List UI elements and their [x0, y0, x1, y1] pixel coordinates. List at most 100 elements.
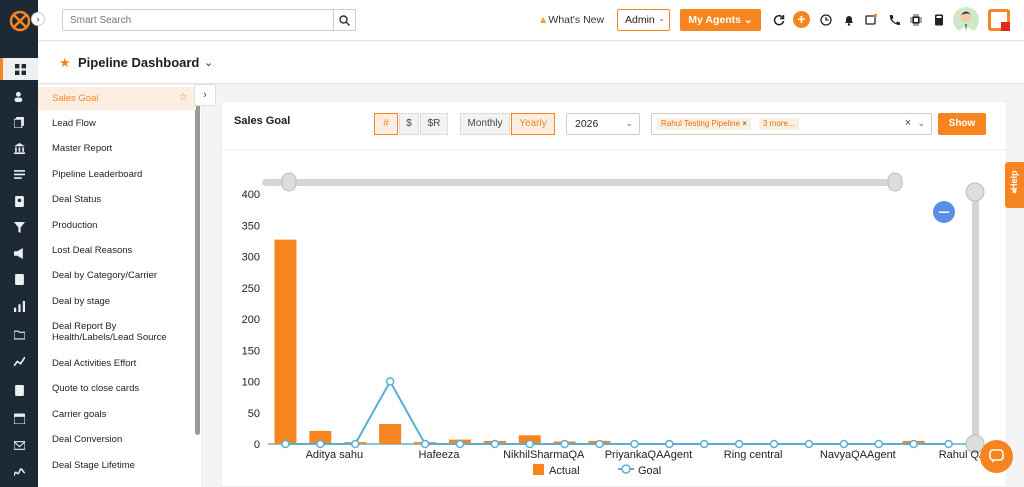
goal-point[interactable]: [804, 439, 814, 449]
goal-point[interactable]: [595, 439, 604, 449]
chat-button[interactable]: [980, 440, 1013, 473]
period-monthly-toggle[interactable]: Monthly: [460, 113, 510, 135]
sidebar-item-deal-status[interactable]: Deal Status: [38, 194, 196, 205]
contact-card-icon[interactable]: [0, 190, 38, 212]
goal-point[interactable]: [909, 439, 918, 449]
metric-amount-toggle[interactable]: $: [399, 113, 419, 135]
goal-point[interactable]: [316, 439, 325, 449]
sidebar-item-master-report[interactable]: Master Report: [38, 143, 196, 154]
sidebar-item-pipeline-leaderboard[interactable]: Pipeline Leaderboard: [38, 169, 196, 180]
sidebar-item-production[interactable]: Production: [38, 220, 196, 231]
chip-icon[interactable]: [909, 13, 922, 26]
signature-icon[interactable]: [0, 461, 38, 483]
phone-icon[interactable]: [887, 13, 900, 26]
legend-goal-label[interactable]: Goal: [638, 465, 661, 477]
documents-icon[interactable]: [0, 111, 38, 133]
bar-chart-icon[interactable]: [0, 295, 38, 317]
goal-point[interactable]: [630, 439, 639, 449]
bank-icon[interactable]: [0, 137, 38, 159]
legend-goal-marker[interactable]: [621, 464, 631, 474]
goal-point[interactable]: [420, 439, 430, 449]
collapse-sidebar-icon[interactable]: ›: [194, 84, 216, 106]
refresh-icon[interactable]: [772, 13, 785, 26]
actual-bar[interactable]: [274, 239, 297, 444]
sidebar-item-lost-deal-reasons[interactable]: Lost Deal Reasons: [38, 245, 196, 256]
contacts-icon[interactable]: [0, 85, 38, 107]
sidebar-item-deal-by-stage[interactable]: Deal by stage: [38, 296, 196, 307]
inbox-icon[interactable]: [864, 13, 877, 26]
favorite-star-icon[interactable]: ★: [59, 55, 71, 71]
folder-icon[interactable]: [0, 323, 38, 345]
sidebar-item-lead-flow[interactable]: Lead Flow: [38, 118, 196, 129]
goal-point[interactable]: [944, 439, 953, 449]
calendar-icon[interactable]: [0, 407, 38, 429]
goal-point[interactable]: [665, 439, 674, 449]
my-agents-button[interactable]: My Agents ⌄: [680, 9, 761, 31]
zoom-slider-handle-right[interactable]: [887, 172, 903, 192]
sidebar-item-quote-to-close[interactable]: Quote to close cards: [38, 383, 196, 394]
goal-point[interactable]: [700, 439, 709, 449]
growth-chart-icon[interactable]: [0, 350, 38, 372]
sidebar-item-deal-stage-lifetime[interactable]: Deal Stage Lifetime: [38, 460, 196, 471]
whats-new-link[interactable]: ▲What's New: [538, 14, 604, 26]
search-icon[interactable]: [333, 10, 355, 30]
legend-actual-label[interactable]: Actual: [549, 465, 580, 477]
clear-icon[interactable]: ×: [905, 117, 911, 129]
help-label: Help: [1009, 170, 1019, 190]
remove-chip-icon[interactable]: ×: [742, 119, 747, 128]
page-title[interactable]: Pipeline Dashboard: [78, 55, 199, 70]
goal-point[interactable]: [839, 439, 849, 449]
expand-rail-icon[interactable]: ›: [31, 12, 45, 26]
goal-point[interactable]: [769, 439, 779, 449]
page-header: ★ Pipeline Dashboard ⌄: [38, 42, 1024, 84]
goal-point[interactable]: [734, 439, 744, 449]
metric-revenue-toggle[interactable]: $R: [420, 113, 448, 135]
sidebar-item-deal-activities[interactable]: Deal Activities Effort: [38, 358, 196, 369]
more-chip[interactable]: 3 more...: [759, 118, 799, 130]
goal-point[interactable]: [281, 439, 290, 449]
goal-point[interactable]: [351, 439, 360, 449]
calculator-icon[interactable]: [932, 13, 945, 26]
report-sidebar: Sales Goal ☆ Lead Flow Master Report Pipe…: [38, 85, 202, 487]
goal-point[interactable]: [525, 439, 534, 449]
chevron-down-icon[interactable]: ⌄: [204, 56, 213, 69]
search-input[interactable]: [63, 10, 333, 30]
sidebar-item-sales-goal[interactable]: Sales Goal ☆: [38, 87, 196, 110]
user-avatar[interactable]: [953, 7, 979, 33]
legend-actual-swatch[interactable]: [533, 464, 544, 475]
metric-count-toggle[interactable]: #: [374, 113, 398, 135]
show-button[interactable]: Show: [938, 113, 986, 135]
dashboard-icon[interactable]: [0, 58, 38, 80]
megaphone-icon[interactable]: [0, 242, 38, 264]
favorite-star-icon[interactable]: ☆: [179, 92, 188, 103]
goal-point[interactable]: [455, 439, 465, 449]
list-icon[interactable]: [0, 163, 38, 185]
role-select[interactable]: Admin ⌄: [617, 9, 670, 31]
report-icon[interactable]: [0, 268, 38, 290]
app-switcher-icon[interactable]: [988, 9, 1010, 31]
clock-icon[interactable]: [819, 13, 832, 26]
year-select[interactable]: 2026 ⌄: [566, 113, 640, 135]
period-yearly-toggle[interactable]: Yearly: [511, 113, 555, 135]
quick-add-button[interactable]: +: [793, 11, 810, 28]
goal-point[interactable]: [560, 439, 569, 449]
vertical-slider-track[interactable]: [972, 187, 979, 447]
vertical-slider-handle-top[interactable]: [965, 182, 985, 202]
pipeline-multiselect[interactable]: Rahul Testing Pipeline × 3 more... × ⌄: [651, 113, 932, 135]
actual-bar[interactable]: [379, 424, 402, 444]
goal-point[interactable]: [874, 439, 883, 449]
brand-logo-icon[interactable]: [9, 10, 31, 32]
sidebar-item-carrier-goals[interactable]: Carrier goals: [38, 409, 196, 420]
sidebar-item-deal-by-category[interactable]: Deal by Category/Carrier: [38, 270, 196, 281]
mail-icon[interactable]: [0, 434, 38, 456]
notes-icon[interactable]: [0, 379, 38, 401]
zoom-slider-handle-left[interactable]: [281, 172, 297, 192]
bell-icon[interactable]: [842, 13, 855, 26]
filter-icon[interactable]: [0, 216, 38, 238]
sidebar-item-deal-report[interactable]: Deal Report By Health/Labels/Lead Source: [38, 321, 178, 343]
goal-point[interactable]: [385, 377, 395, 386]
zoom-slider-track[interactable]: [262, 179, 902, 186]
help-tab[interactable]: ● Help: [1005, 162, 1024, 208]
sidebar-item-deal-conversion[interactable]: Deal Conversion: [38, 434, 196, 445]
goal-point[interactable]: [490, 439, 500, 449]
